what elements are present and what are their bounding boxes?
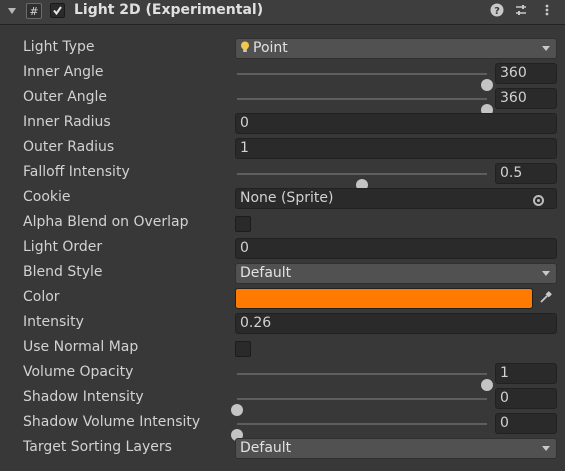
outer-radius-label: Outer Radius <box>23 139 115 155</box>
row-shadow-volume-intensity: Shadow Volume Intensity 0 <box>0 412 565 441</box>
foldout-arrow-icon[interactable] <box>7 5 17 17</box>
target-sorting-layers-label: Target Sorting Layers <box>23 439 172 455</box>
row-blend-style: Blend Style Default <box>0 262 565 287</box>
outer-angle-field[interactable]: 360 <box>495 88 557 109</box>
row-shadow-intensity: Shadow Intensity 0 <box>0 387 565 416</box>
inner-angle-field[interactable]: 360 <box>495 63 557 84</box>
dropdown-arrow-icon <box>542 46 550 51</box>
context-menu-icon[interactable] <box>539 3 555 19</box>
target-sorting-layers-dropdown[interactable]: Default <box>235 438 557 459</box>
inner-radius-label: Inner Radius <box>23 114 111 130</box>
cookie-label: Cookie <box>23 189 71 205</box>
preset-icon[interactable] <box>513 3 529 19</box>
row-cookie: Cookie None (Sprite) <box>0 187 565 212</box>
light-order-field[interactable]: 0 <box>235 238 557 259</box>
intensity-label: Intensity <box>23 314 84 330</box>
inner-radius-field[interactable]: 0 <box>235 113 557 134</box>
color-swatch[interactable] <box>235 288 533 309</box>
blend-style-label: Blend Style <box>23 264 103 280</box>
object-picker-icon[interactable] <box>533 195 544 206</box>
shadow-intensity-field[interactable]: 0 <box>495 388 557 409</box>
volume-opacity-label: Volume Opacity <box>23 364 134 380</box>
row-falloff-intensity: Falloff Intensity 0.5 <box>0 162 565 191</box>
shadow-volume-intensity-slider[interactable] <box>231 423 487 441</box>
eyedropper-icon[interactable] <box>539 290 553 304</box>
falloff-intensity-slider[interactable] <box>237 173 487 191</box>
row-alpha-blend: Alpha Blend on Overlap <box>0 212 565 237</box>
light-type-value: Point <box>253 40 288 56</box>
row-volume-opacity: Volume Opacity 1 <box>0 362 565 391</box>
dropdown-arrow-icon <box>542 446 550 451</box>
shadow-intensity-slider[interactable] <box>231 398 487 416</box>
blend-style-dropdown[interactable]: Default <box>235 263 557 284</box>
light-order-label: Light Order <box>23 239 103 255</box>
shadow-intensity-label: Shadow Intensity <box>23 389 144 405</box>
alpha-blend-label: Alpha Blend on Overlap <box>23 214 189 230</box>
row-outer-angle: Outer Angle 360 <box>0 87 565 116</box>
intensity-field[interactable]: 0.26 <box>235 313 557 334</box>
light-type-dropdown[interactable]: Point <box>235 38 557 59</box>
volume-opacity-slider[interactable] <box>237 373 493 391</box>
script-icon: # <box>26 3 42 19</box>
row-color: Color <box>0 287 565 312</box>
shadow-volume-intensity-label: Shadow Volume Intensity <box>23 414 201 430</box>
row-inner-radius: Inner Radius 0 <box>0 112 565 137</box>
use-normal-map-label: Use Normal Map <box>23 339 139 355</box>
cookie-value: None (Sprite) <box>240 190 334 206</box>
component-title: Light 2D (Experimental) <box>74 2 264 18</box>
row-intensity: Intensity 0.26 <box>0 312 565 337</box>
outer-angle-label: Outer Angle <box>23 89 108 105</box>
bulb-icon <box>241 41 249 52</box>
help-icon[interactable]: ? <box>489 3 505 19</box>
dropdown-arrow-icon <box>542 271 550 276</box>
color-label: Color <box>23 289 60 305</box>
shadow-volume-intensity-field[interactable]: 0 <box>495 413 557 434</box>
row-outer-radius: Outer Radius 1 <box>0 137 565 162</box>
target-sorting-layers-value: Default <box>240 440 292 456</box>
inner-angle-slider[interactable] <box>237 73 493 91</box>
row-inner-angle: Inner Angle 360 <box>0 62 565 91</box>
alpha-blend-checkbox[interactable] <box>235 216 251 232</box>
falloff-intensity-label: Falloff Intensity <box>23 164 130 180</box>
outer-radius-field[interactable]: 1 <box>235 138 557 159</box>
component-header: # Light 2D (Experimental) ? <box>0 0 565 25</box>
blend-style-value: Default <box>240 265 292 281</box>
cookie-object-field[interactable]: None (Sprite) <box>235 188 557 209</box>
use-normal-map-checkbox[interactable] <box>235 341 251 357</box>
inner-angle-label: Inner Angle <box>23 64 104 80</box>
volume-opacity-field[interactable]: 1 <box>495 363 557 384</box>
falloff-intensity-field[interactable]: 0.5 <box>495 163 557 184</box>
row-target-sorting-layers: Target Sorting Layers Default <box>0 437 565 462</box>
enabled-checkbox[interactable] <box>50 3 65 18</box>
row-use-normal-map: Use Normal Map <box>0 337 565 362</box>
svg-text:?: ? <box>494 6 500 17</box>
light-type-label: Light Type <box>23 39 95 55</box>
outer-angle-slider[interactable] <box>237 98 493 116</box>
row-light-order: Light Order 0 <box>0 237 565 262</box>
row-light-type: Light Type Point <box>0 37 565 62</box>
